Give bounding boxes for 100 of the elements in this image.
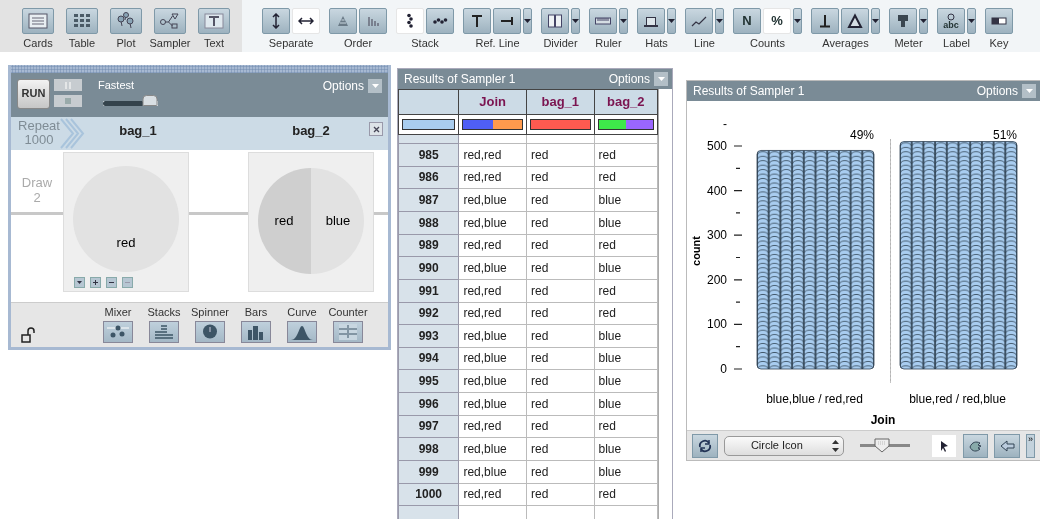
device-tool-button[interactable]: Spinner	[189, 305, 231, 343]
object-tool-button[interactable]: Cards	[18, 8, 58, 52]
caret-icon	[620, 19, 627, 23]
table-cell: red	[594, 166, 658, 189]
menu-button[interactable]	[919, 8, 928, 34]
menu-button[interactable]	[715, 8, 724, 34]
percent-label: 49%	[849, 128, 874, 142]
toggle-button[interactable]	[985, 8, 1013, 34]
toggle-button[interactable]	[426, 8, 454, 34]
table-cell: blue	[594, 392, 658, 416]
table-cell: red	[526, 279, 594, 303]
toggle-button[interactable]	[463, 8, 491, 34]
menu-button[interactable]	[793, 8, 802, 34]
menu-button[interactable]	[667, 8, 676, 34]
object-tool-button[interactable]: Table	[62, 8, 102, 52]
columns-icon	[547, 13, 563, 29]
speed-label: Fastest	[98, 79, 136, 93]
menu-button[interactable]	[871, 8, 880, 34]
toggle-button[interactable]	[493, 8, 521, 34]
plus-icon	[92, 279, 99, 286]
icon-dropdown[interactable]: Circle Icon	[723, 435, 844, 456]
grid-icon	[71, 12, 93, 30]
run-button[interactable]: RUN	[17, 79, 50, 109]
toggle-button[interactable]	[262, 8, 290, 34]
slider-thumb[interactable]	[142, 95, 158, 107]
refresh-button[interactable]	[692, 433, 718, 458]
toggle-button[interactable]	[359, 8, 387, 34]
toggle-button[interactable]: %	[763, 8, 791, 34]
options-button[interactable]: Options	[608, 71, 668, 87]
table-cell: red,red	[458, 483, 527, 506]
table-cell: red,blue	[458, 189, 527, 212]
device-button[interactable]	[90, 277, 101, 288]
device-tool-button[interactable]: Stacks	[143, 305, 185, 343]
object-tool-button[interactable]: Plot	[106, 8, 146, 52]
group-label: Hats	[645, 37, 668, 51]
minus-icon	[124, 279, 131, 286]
device-button[interactable]	[106, 277, 117, 288]
curve-icon	[290, 323, 314, 341]
device-tool-button[interactable]: Counter	[327, 305, 369, 343]
toggle-button[interactable]	[841, 8, 869, 34]
toggle-button[interactable]	[541, 8, 569, 34]
toggle-button[interactable]	[685, 8, 713, 34]
toggle-button[interactable]	[589, 8, 617, 34]
table-cell: red	[526, 302, 594, 325]
table-cell: red	[526, 324, 594, 348]
menu-button[interactable]	[523, 8, 532, 34]
group-label: Key	[989, 37, 1009, 51]
column-header[interactable]: Join	[458, 89, 527, 115]
menu-button[interactable]	[619, 8, 628, 34]
table-cell: red	[594, 234, 658, 257]
tick-label: 400	[706, 183, 727, 198]
table-cell: red,blue	[458, 460, 527, 484]
table-cell: red	[526, 437, 594, 461]
percent-label: 51%	[992, 128, 1017, 142]
device-tool-button[interactable]: Mixer	[97, 305, 139, 343]
window-title: Results of Sampler 1	[693, 83, 805, 99]
tick-label: 500	[706, 139, 727, 153]
axis-title: Join	[870, 413, 896, 427]
toggle-button[interactable]	[637, 8, 665, 34]
toggle-button[interactable]	[329, 8, 357, 34]
row-number: 991	[398, 279, 459, 303]
caret-icon	[76, 279, 83, 286]
table-cell: red	[526, 256, 594, 280]
stepper-icon	[830, 438, 840, 453]
toggle-button[interactable]	[811, 8, 839, 34]
column-header[interactable]: bag_2	[594, 89, 658, 115]
table-cell: red	[526, 415, 594, 438]
column-header[interactable]: bag_1	[526, 89, 594, 115]
device-button[interactable]	[74, 277, 85, 288]
menu-button[interactable]	[571, 8, 580, 34]
repeat-count: 1000	[24, 133, 54, 148]
options-button[interactable]: Options	[322, 79, 382, 94]
device-tool-button[interactable]: Bars	[235, 305, 277, 343]
toggle-button[interactable]: N	[733, 8, 761, 34]
table-cell: red,blue	[458, 211, 527, 235]
toggle-button[interactable]: abc	[937, 8, 965, 34]
nodes-icon	[159, 12, 181, 30]
tick-label: 0	[720, 362, 727, 376]
window-grip[interactable]	[11, 65, 388, 73]
group-label: Meter	[894, 37, 923, 51]
caret-icon	[1025, 89, 1033, 93]
row-number: 996	[398, 392, 459, 416]
more-button[interactable]: »	[1026, 433, 1035, 458]
group-label: Averages	[822, 37, 869, 51]
category-label: blue,red / red,blue	[909, 392, 1006, 406]
object-tool-button[interactable]: Sampler	[150, 8, 190, 52]
ball-label: red	[116, 235, 136, 250]
caret-icon	[371, 84, 379, 89]
table-cell: red	[526, 370, 594, 393]
caret-icon	[572, 19, 579, 23]
options-button[interactable]: Options	[976, 83, 1036, 99]
close-button[interactable]	[369, 122, 383, 136]
table-cell: red,red	[458, 279, 527, 303]
draw-label: Draw	[20, 176, 54, 191]
device-tool-button[interactable]: Curve	[281, 305, 323, 343]
table-cell: red	[526, 392, 594, 416]
menu-button[interactable]	[967, 8, 976, 34]
group-label: Order	[343, 37, 373, 51]
object-tool-button[interactable]: Text	[194, 8, 234, 52]
toggle-button[interactable]	[889, 8, 917, 34]
